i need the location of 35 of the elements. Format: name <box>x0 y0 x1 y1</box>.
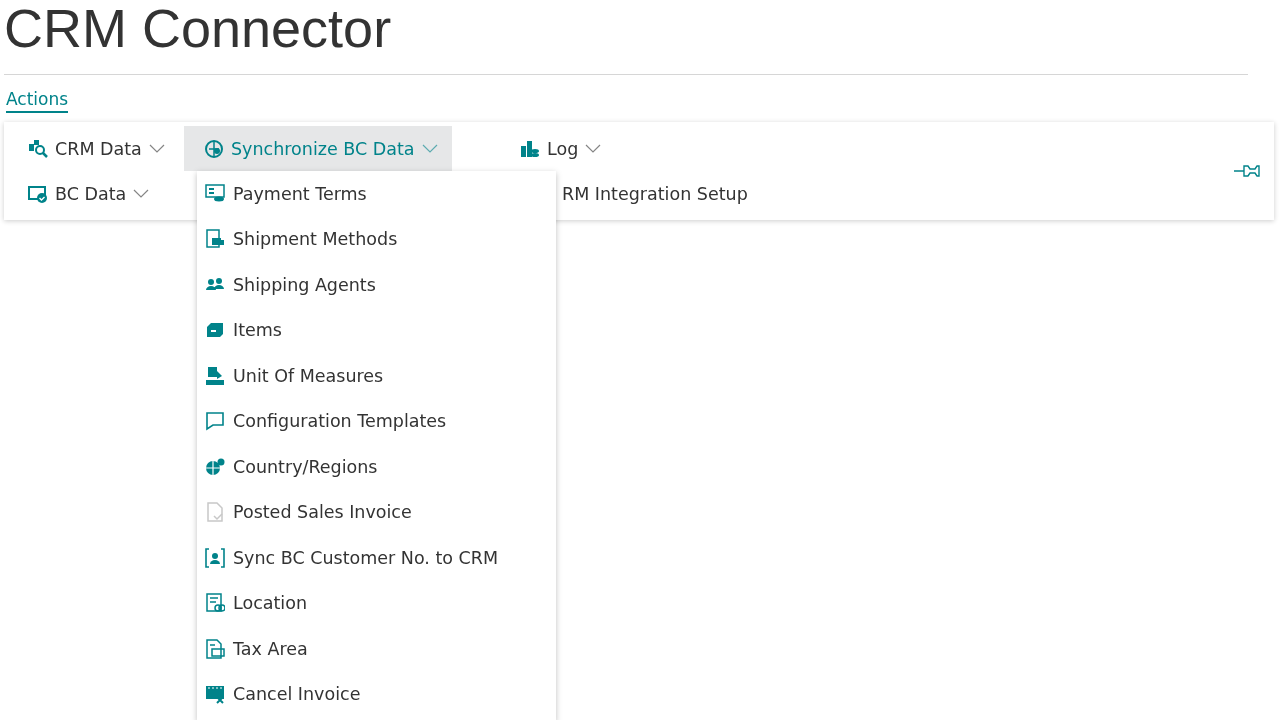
menu-item[interactable]: Posted Sales Invoice <box>197 489 556 535</box>
chevron-down-icon <box>421 144 438 153</box>
menu-item[interactable]: Shipment Methods <box>197 216 556 262</box>
pin-icon[interactable] <box>1234 164 1260 178</box>
document-check-icon <box>205 502 225 523</box>
film-cancel-icon <box>205 684 225 705</box>
contact-card-icon <box>205 547 225 568</box>
monitor-check-icon <box>28 183 48 204</box>
globe-pin-icon <box>205 456 225 477</box>
document-truck-icon <box>205 229 225 250</box>
chevron-down-icon <box>585 144 602 153</box>
chevron-down-icon <box>133 189 150 198</box>
action-menu-button[interactable]: Synchronize BC Data <box>184 126 452 171</box>
document-form-icon <box>205 638 225 659</box>
document-link-icon <box>205 593 225 614</box>
chevron-down-icon <box>148 144 165 153</box>
page-title: CRM Connector <box>4 0 392 60</box>
document-lines-icon <box>205 183 225 204</box>
menu-item[interactable]: Configuration Templates <box>197 398 556 444</box>
actions-tab[interactable]: Actions <box>6 89 69 113</box>
magnifier-icon <box>28 138 48 159</box>
menu-item[interactable]: Items <box>197 307 556 353</box>
globe-icon <box>204 138 224 159</box>
menu-item[interactable]: Location <box>197 580 556 626</box>
menu-item[interactable]: Payment Terms <box>197 171 556 217</box>
action-menu-button[interactable]: CRM Data <box>8 126 179 171</box>
menu-item[interactable]: Unit Of Measures <box>197 353 556 399</box>
menu-item[interactable]: Tax Area <box>197 626 556 672</box>
menu-item[interactable]: Country/Regions <box>197 444 556 490</box>
action-link[interactable]: RM Integration Setup <box>562 183 748 204</box>
action-menu-button[interactable]: Log <box>500 126 616 171</box>
menu-item[interactable]: Sync BC Customer No. to CRM <box>197 535 556 581</box>
menu-item[interactable]: Shipping Agents <box>197 262 556 308</box>
action-menu-button[interactable]: BC Data <box>8 171 164 216</box>
menu-item[interactable]: Cancel Invoice <box>197 671 556 717</box>
